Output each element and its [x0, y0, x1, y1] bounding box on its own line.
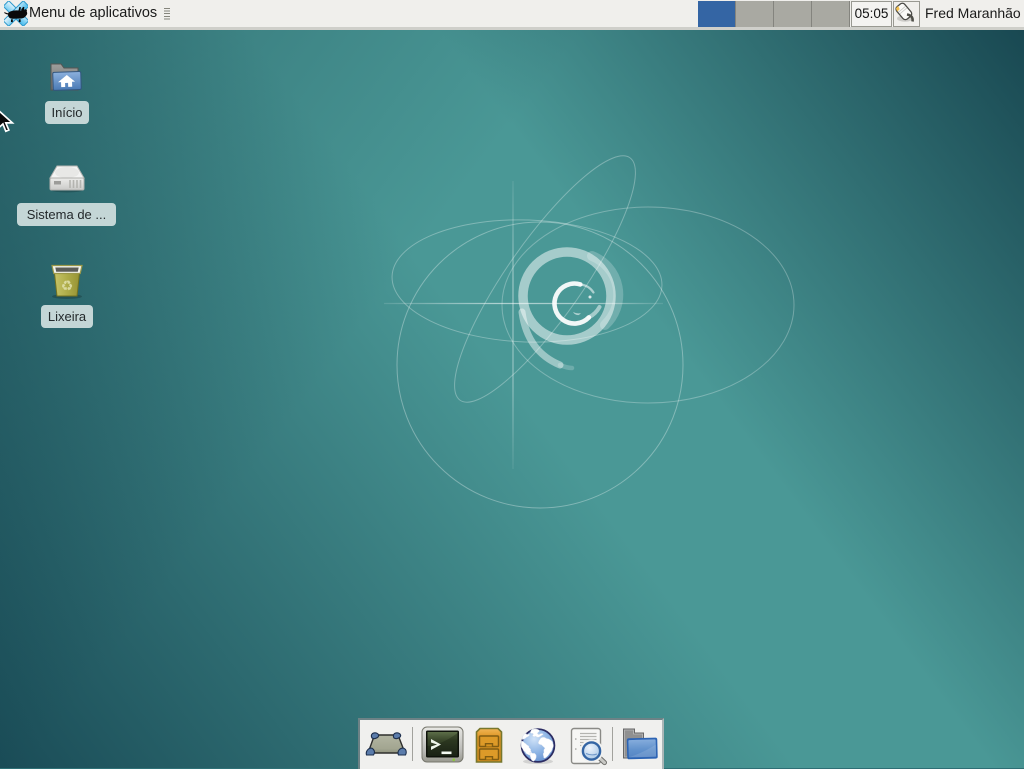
svg-text:♻: ♻ — [61, 278, 74, 294]
